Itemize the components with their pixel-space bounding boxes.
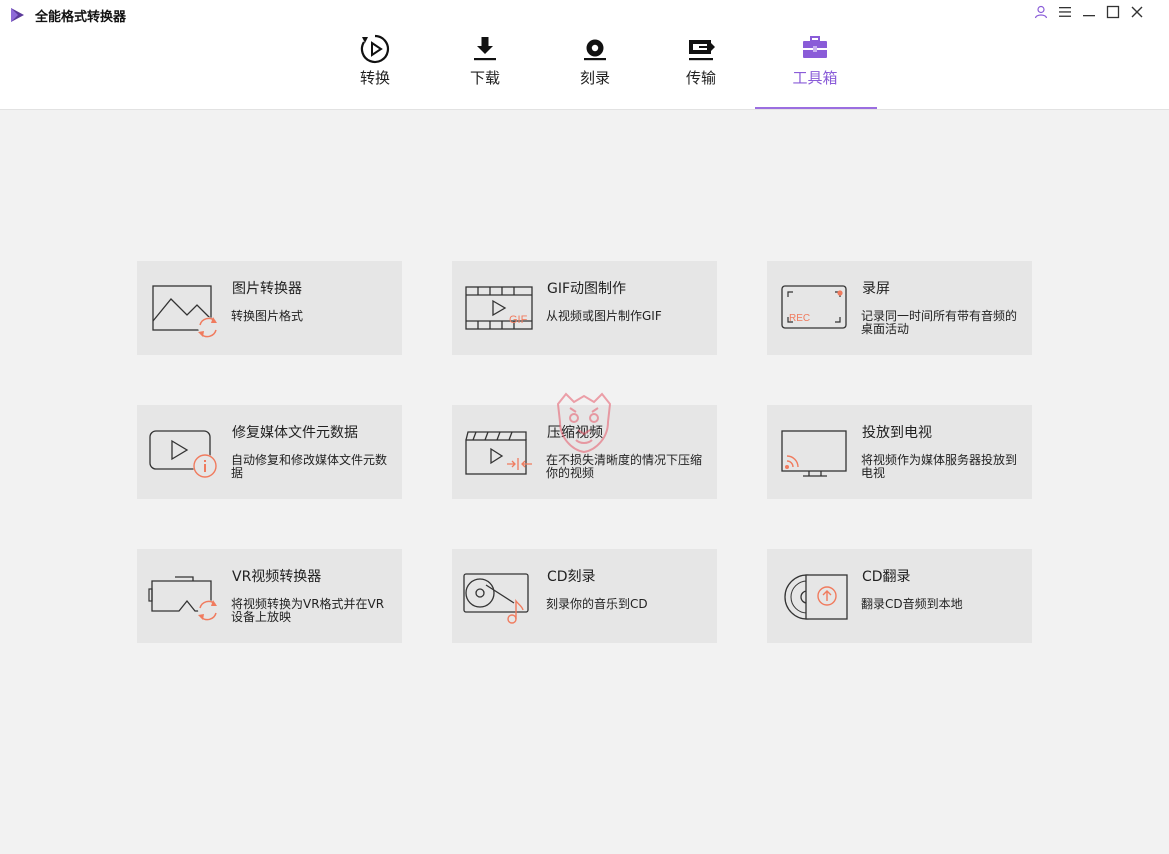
close-icon bbox=[1131, 6, 1143, 18]
tab-toolbox[interactable]: 工具箱 bbox=[770, 30, 860, 109]
active-tab-indicator bbox=[755, 107, 877, 109]
close-button[interactable] bbox=[1125, 2, 1149, 22]
tool-title: 录屏 bbox=[862, 281, 890, 297]
metadata-fix-icon bbox=[149, 430, 217, 478]
tab-download[interactable]: 下载 bbox=[440, 30, 530, 109]
tool-title: 修复媒体文件元数据 bbox=[232, 425, 358, 441]
convert-icon bbox=[360, 34, 390, 64]
user-icon bbox=[1034, 5, 1048, 19]
tab-transfer-label: 传输 bbox=[685, 69, 716, 87]
tab-transfer[interactable]: 传输 bbox=[656, 30, 746, 109]
gif-label: GIF bbox=[509, 314, 528, 326]
burn-icon bbox=[584, 39, 606, 61]
top-bar: 全能格式转换器 转换 下载 刻录 传输 工具箱 bbox=[0, 0, 1169, 110]
account-button[interactable] bbox=[1029, 2, 1053, 22]
tool-desc: 记录同一时间所有带有音频的桌面活动 bbox=[861, 309, 1018, 336]
tool-card-cast-tv[interactable]: 投放到电视 将视频作为媒体服务器投放到电视 bbox=[767, 405, 1032, 499]
window-controls bbox=[1029, 2, 1149, 22]
tool-title: CD翻录 bbox=[862, 569, 911, 585]
tool-desc: 将视频作为媒体服务器投放到电视 bbox=[861, 453, 1018, 480]
screen-record-icon: REC bbox=[781, 285, 847, 329]
maximize-button[interactable] bbox=[1101, 2, 1125, 22]
cd-burn-icon bbox=[463, 573, 529, 624]
vr-convert-icon bbox=[148, 576, 218, 621]
tool-title: 图片转换器 bbox=[232, 281, 302, 297]
tool-desc: 翻录CD音频到本地 bbox=[861, 597, 963, 611]
tool-card-gif-maker[interactable]: GIF GIF动图制作 从视频或图片制作GIF bbox=[452, 261, 717, 355]
tool-desc: 转换图片格式 bbox=[231, 309, 304, 323]
tool-desc: 刻录你的音乐到CD bbox=[546, 597, 648, 611]
tool-card-vr-converter[interactable]: VR视频转换器 将视频转换为VR格式并在VR设备上放映 bbox=[137, 549, 402, 643]
tool-desc: 自动修复和修改媒体文件元数据 bbox=[231, 453, 388, 480]
image-convert-icon bbox=[152, 285, 218, 338]
download-icon bbox=[474, 37, 496, 61]
menu-button[interactable] bbox=[1053, 2, 1077, 22]
app-title: 全能格式转换器 bbox=[35, 10, 127, 25]
watermark-tiger-icon bbox=[556, 392, 612, 454]
toolbox-icon bbox=[803, 36, 827, 58]
tool-card-screen-record[interactable]: REC 录屏 记录同一时间所有带有音频的桌面活动 bbox=[767, 261, 1032, 355]
tool-card-cd-rip[interactable]: CD翻录 翻录CD音频到本地 bbox=[767, 549, 1032, 643]
cast-tv-icon bbox=[781, 430, 847, 477]
menu-icon bbox=[1059, 7, 1071, 17]
app-logo-icon bbox=[11, 8, 24, 22]
main-nav: 转换 下载 刻录 传输 工具箱 bbox=[0, 30, 1169, 109]
tool-card-image-converter[interactable]: 图片转换器 转换图片格式 bbox=[137, 261, 402, 355]
tool-title: VR视频转换器 bbox=[232, 569, 322, 585]
tool-desc: 从视频或图片制作GIF bbox=[546, 309, 662, 323]
tool-title: GIF动图制作 bbox=[547, 281, 627, 297]
transfer-icon bbox=[689, 40, 715, 61]
rec-label: REC bbox=[789, 313, 810, 324]
tool-title: CD刻录 bbox=[547, 569, 596, 585]
tab-burn-label: 刻录 bbox=[579, 69, 610, 87]
minimize-icon bbox=[1083, 15, 1095, 17]
tab-convert-label: 转换 bbox=[359, 69, 390, 87]
tool-desc: 在不损失清晰度的情况下压缩你的视频 bbox=[546, 453, 703, 480]
tab-burn[interactable]: 刻录 bbox=[550, 30, 640, 109]
tab-toolbox-label: 工具箱 bbox=[792, 69, 838, 87]
tab-convert[interactable]: 转换 bbox=[330, 30, 420, 109]
tool-card-cd-burn[interactable]: CD刻录 刻录你的音乐到CD bbox=[452, 549, 717, 643]
tool-title: 投放到电视 bbox=[862, 425, 932, 441]
cd-rip-icon bbox=[784, 574, 848, 620]
gif-maker-icon: GIF bbox=[465, 286, 533, 330]
maximize-icon bbox=[1106, 5, 1120, 19]
tab-download-label: 下载 bbox=[469, 69, 500, 87]
compress-video-icon bbox=[465, 431, 532, 475]
minimize-button[interactable] bbox=[1077, 2, 1101, 22]
tool-card-metadata-fix[interactable]: 修复媒体文件元数据 自动修复和修改媒体文件元数据 bbox=[137, 405, 402, 499]
tool-desc: 将视频转换为VR格式并在VR设备上放映 bbox=[231, 597, 385, 624]
